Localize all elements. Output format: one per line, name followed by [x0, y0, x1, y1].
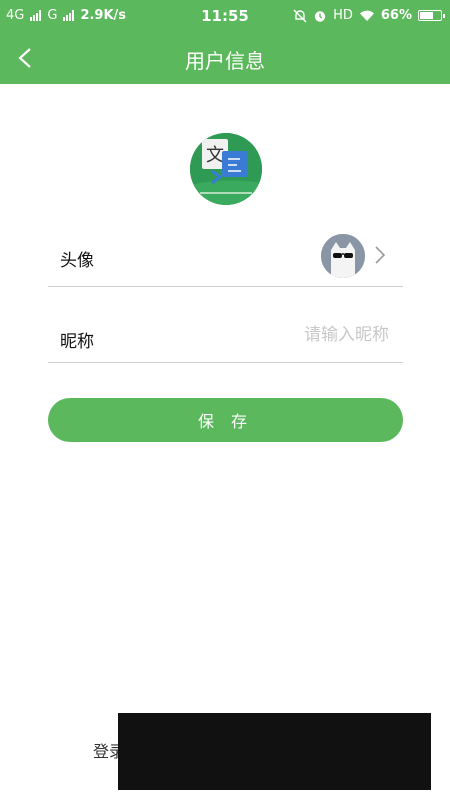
avatar[interactable] [321, 234, 365, 278]
mute-bell-icon [293, 9, 307, 22]
status-bar: 4G G 2.9K/s 11:55 HD 66% [0, 0, 450, 32]
watermark-overlay [118, 713, 431, 790]
avatar-row[interactable]: 头像 [48, 226, 403, 287]
chevron-right-icon [375, 246, 386, 264]
nickname-row: 昵称 [48, 304, 403, 363]
battery-percent: 66% [380, 8, 412, 23]
hd-indicator: HD [333, 8, 353, 23]
nickname-label: 昵称 [60, 332, 94, 352]
avatar-label: 头像 [60, 251, 94, 271]
page-title: 用户信息 [185, 49, 265, 73]
battery-icon [418, 10, 445, 21]
wifi-icon [359, 10, 374, 21]
alarm-icon [314, 10, 326, 22]
header-bar: 用户信息 [0, 32, 450, 84]
cat-sunglasses-avatar-icon [321, 234, 365, 278]
translate-logo-icon: 文 [190, 133, 262, 205]
status-right: HD 66% [293, 8, 445, 23]
svg-text:文: 文 [206, 145, 224, 166]
app-logo: 文 [190, 133, 262, 205]
nickname-input[interactable] [217, 320, 391, 350]
save-button[interactable]: 保 存 [48, 398, 403, 442]
